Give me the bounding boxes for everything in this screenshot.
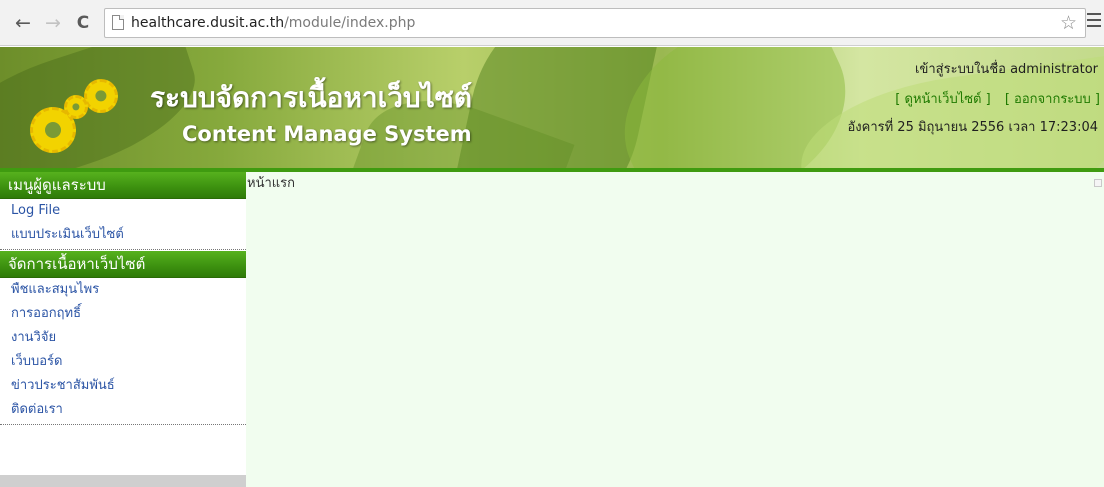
sidebar-item-webboard[interactable]: เว็บบอร์ด	[0, 350, 246, 374]
sidebar-item-effects[interactable]: การออกฤทธิ์	[0, 302, 246, 326]
gear-icon	[84, 79, 118, 113]
address-bar[interactable]: healthcare.dusit.ac.th/module/index.php …	[104, 8, 1086, 38]
forward-arrow-icon[interactable]: →	[42, 12, 64, 34]
logged-in-user: เข้าสู่ระบบในชื่อ administrator	[915, 62, 1098, 77]
reload-icon[interactable]: C	[72, 12, 94, 34]
site-banner: ระบบจัดการเนื้อหาเว็บไซต์ Content Manage…	[0, 47, 1104, 168]
back-arrow-icon[interactable]: ←	[12, 12, 34, 34]
browser-toolbar: ← → C healthcare.dusit.ac.th/module/inde…	[0, 0, 1104, 46]
header-links: [ ดูหน้าเว็บไซต์ ] [ ออกจากระบบ ]	[885, 91, 1100, 108]
main-content: หน้าแรก	[246, 172, 1104, 487]
url-path: /module/index.php	[284, 15, 416, 31]
browser-menu-icon[interactable]	[1087, 13, 1101, 33]
scroll-handle[interactable]	[1094, 179, 1102, 187]
sidebar: เมนูผู้ดูแลระบบ Log File แบบประเมินเว็บไ…	[0, 172, 246, 487]
sidebar-footer-bar	[0, 475, 246, 487]
url-text[interactable]: healthcare.dusit.ac.th/module/index.php	[131, 14, 415, 32]
site-title: ระบบจัดการเนื้อหาเว็บไซต์	[150, 81, 472, 114]
sidebar-item-site-evaluation[interactable]: แบบประเมินเว็บไซต์	[0, 223, 246, 247]
sidebar-item-research[interactable]: งานวิจัย	[0, 326, 246, 350]
divider	[0, 424, 246, 426]
page-icon	[112, 15, 124, 30]
sidebar-item-log-file[interactable]: Log File	[0, 199, 246, 223]
gear-icon	[64, 95, 88, 119]
view-site-link[interactable]: [ ดูหน้าเว็บไซต์ ]	[895, 92, 990, 107]
url-host: healthcare.dusit.ac.th	[131, 15, 285, 31]
site-subtitle: Content Manage System	[182, 122, 472, 146]
sidebar-item-contact[interactable]: ติดต่อเรา	[0, 398, 246, 422]
sidebar-item-news[interactable]: ข่าวประชาสัมพันธ์	[0, 374, 246, 398]
content-menu-header: จัดการเนื้อหาเว็บไซต์	[0, 251, 246, 278]
bookmark-star-icon[interactable]: ☆	[1060, 12, 1077, 34]
current-datetime: อังคารที่ 25 มิถุนายน 2556 เวลา 17:23:04	[847, 120, 1098, 135]
admin-menu-header: เมนูผู้ดูแลระบบ	[0, 172, 246, 199]
breadcrumb: หน้าแรก	[247, 176, 295, 191]
logout-link[interactable]: [ ออกจากระบบ ]	[1005, 92, 1100, 107]
sidebar-item-plants-herbs[interactable]: พืชและสมุนไพร	[0, 278, 246, 302]
